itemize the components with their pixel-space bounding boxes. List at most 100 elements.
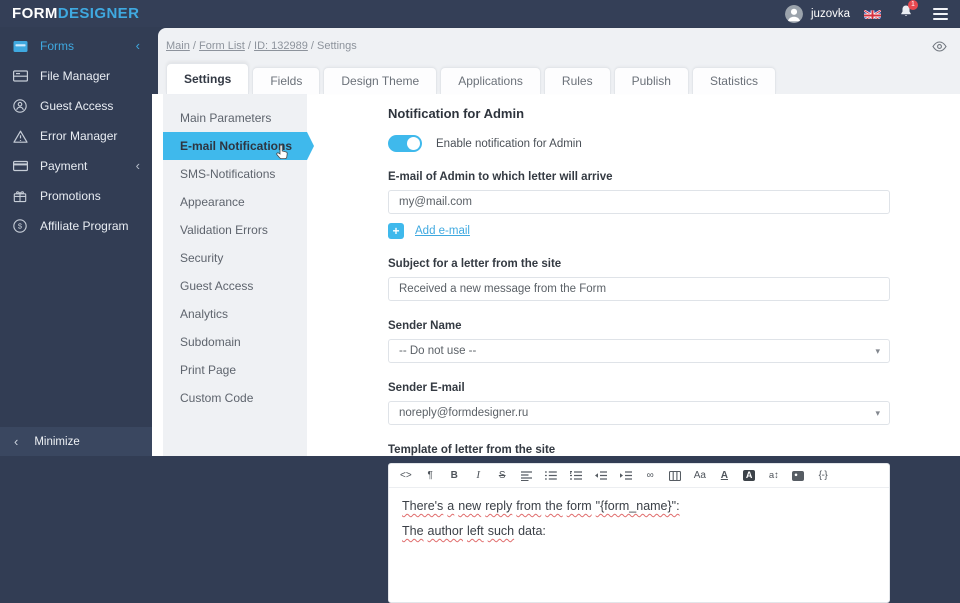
settings-menu-item-label: Validation Errors (180, 223, 268, 237)
settings-menu-item[interactable]: Subdomain (163, 328, 307, 356)
sidebar-item-label: Error Manager (40, 129, 118, 143)
sidebar-item-label: Guest Access (40, 99, 114, 113)
settings-menu-item[interactable]: Analytics (163, 300, 307, 328)
tab[interactable]: Design Theme (323, 67, 438, 94)
tab[interactable]: Publish (613, 67, 689, 94)
breadcrumb-item[interactable]: Form List (199, 40, 254, 52)
username[interactable]: juzovka (811, 8, 850, 20)
breadcrumb-item[interactable]: Main (166, 40, 199, 52)
tab[interactable]: Statistics (691, 67, 776, 94)
svg-text:$: $ (18, 222, 23, 231)
caret-down-icon: ▾ (875, 346, 880, 356)
tab[interactable]: Fields (252, 67, 321, 94)
settings-menu-item[interactable]: Main Parameters (163, 104, 307, 132)
sidebar-item-affiliate-program[interactable]: $ Affiliate Program (0, 211, 152, 241)
editor-body[interactable]: There's a new reply from the form "{form_name}"… (389, 488, 889, 560)
sender-name-select[interactable]: -- Do not use -- ▾ (388, 339, 890, 363)
editor-word[interactable]: The (402, 524, 424, 538)
warning-triangle-icon (12, 129, 28, 143)
file-manager-icon (12, 69, 28, 83)
editor-word[interactable]: from (516, 499, 541, 513)
chevron-left-icon: ‹ (14, 434, 19, 449)
settings-menu-item[interactable]: Appearance (163, 188, 307, 216)
settings-menu-item[interactable]: Print Page (163, 356, 307, 384)
text-color-icon[interactable]: A (719, 470, 730, 481)
credit-card-icon (12, 159, 28, 173)
editor-word[interactable]: form (567, 499, 592, 513)
add-email-link[interactable]: Add e-mail (415, 225, 470, 237)
settings-menu-item[interactable]: Guest Access (163, 272, 307, 300)
app-header: FORMDESIGNER juzovka 1 (0, 0, 960, 27)
notifications-button[interactable]: 1 (899, 0, 918, 24)
editor-word[interactable]: such (488, 524, 514, 538)
settings-menu-item-label: Custom Code (180, 391, 254, 405)
sidebar-item-error-manager[interactable]: Error Manager (0, 121, 152, 151)
editor-word[interactable]: author (428, 524, 463, 538)
sender-email-label: Sender E-mail (388, 382, 465, 394)
add-email-plus-button[interactable]: + (388, 223, 404, 239)
strikethrough-icon[interactable]: S (497, 470, 508, 481)
user-avatar[interactable] (785, 4, 803, 23)
background-color-icon[interactable]: A (742, 470, 756, 481)
settings-menu-item[interactable]: Validation Errors (163, 216, 307, 244)
app-logo[interactable]: FORMDESIGNER (12, 5, 139, 22)
ordered-list-icon[interactable] (569, 471, 582, 480)
sender-email-select[interactable]: noreply@formdesigner.ru ▾ (388, 401, 890, 425)
settings-menu-item-label: SMS-Notifications (180, 167, 276, 181)
sidebar-item-guest-access[interactable]: Guest Access (0, 91, 152, 121)
settings-menu-item[interactable]: Custom Code (163, 384, 307, 412)
preview-eye-icon[interactable] (932, 39, 947, 57)
editor-word[interactable]: "{form_name}": (596, 499, 680, 513)
sidebar-item-promotions[interactable]: Promotions (0, 181, 152, 211)
link-icon[interactable]: ∞ (645, 470, 656, 481)
sidebar-item-file-manager[interactable]: File Manager (0, 61, 152, 91)
breadcrumb: Main Form List ID: 132989 Settings (166, 40, 920, 52)
chevron-left-icon[interactable]: ‹ (136, 39, 140, 54)
sender-name-label: Sender Name (388, 320, 462, 332)
editor-word[interactable]: reply (485, 499, 512, 513)
indent-icon[interactable] (619, 471, 632, 480)
editor-word[interactable]: left (467, 524, 484, 538)
table-icon[interactable] (668, 470, 681, 481)
gift-icon (12, 189, 28, 203)
editor-word[interactable]: new (458, 499, 481, 513)
notification-settings-panel: Notification for Admin Enable notificati… (388, 106, 890, 603)
sender-email-value: noreply@formdesigner.ru (399, 407, 529, 419)
toggle-label: Enable notification for Admin (436, 137, 582, 150)
subject-input[interactable] (388, 277, 890, 301)
logo-designer: DESIGNER (57, 5, 140, 22)
uk-flag-icon[interactable] (864, 8, 881, 19)
breadcrumb-item[interactable]: Settings (317, 40, 357, 52)
caret-down-icon: ▾ (875, 408, 880, 418)
unordered-list-icon[interactable] (544, 471, 557, 480)
sidebar-item-payment[interactable]: Payment ‹ (0, 151, 152, 181)
variables-icon[interactable]: {-} (817, 470, 828, 481)
menu-burger-icon[interactable] (933, 7, 948, 20)
editor-word[interactable]: the (545, 499, 562, 513)
source-code-icon[interactable]: <> (400, 470, 412, 481)
header-actions: juzovka 1 (785, 0, 948, 24)
line-height-icon[interactable]: a↕ (768, 471, 779, 481)
admin-email-input[interactable] (388, 190, 890, 214)
template-label: Template of letter from the site (388, 444, 556, 456)
align-icon[interactable] (520, 470, 532, 481)
editor-word[interactable]: There's (402, 499, 443, 513)
outdent-icon[interactable] (594, 471, 607, 480)
font-size-icon[interactable]: Aa (694, 470, 706, 481)
settings-menu-item[interactable]: Security (163, 244, 307, 272)
tab[interactable]: Settings (166, 63, 250, 94)
bold-icon[interactable]: B (449, 470, 460, 481)
chevron-left-icon[interactable]: ‹ (136, 159, 140, 174)
sidebar-item-forms[interactable]: Forms ‹ (0, 31, 152, 61)
tab[interactable]: Applications (440, 67, 541, 94)
enable-notification-toggle[interactable] (388, 135, 422, 152)
italic-icon[interactable]: I (473, 470, 484, 481)
editor-word[interactable]: a (447, 499, 454, 513)
tab[interactable]: Rules (543, 67, 611, 94)
editor-word[interactable]: data: (518, 524, 546, 538)
breadcrumb-item[interactable]: ID: 132989 (254, 40, 317, 52)
image-icon[interactable] (792, 470, 805, 481)
minimize-button[interactable]: ‹ Minimize (0, 427, 152, 456)
add-email-row: + Add e-mail (388, 223, 890, 239)
paragraph-icon[interactable]: ¶ (425, 470, 436, 481)
